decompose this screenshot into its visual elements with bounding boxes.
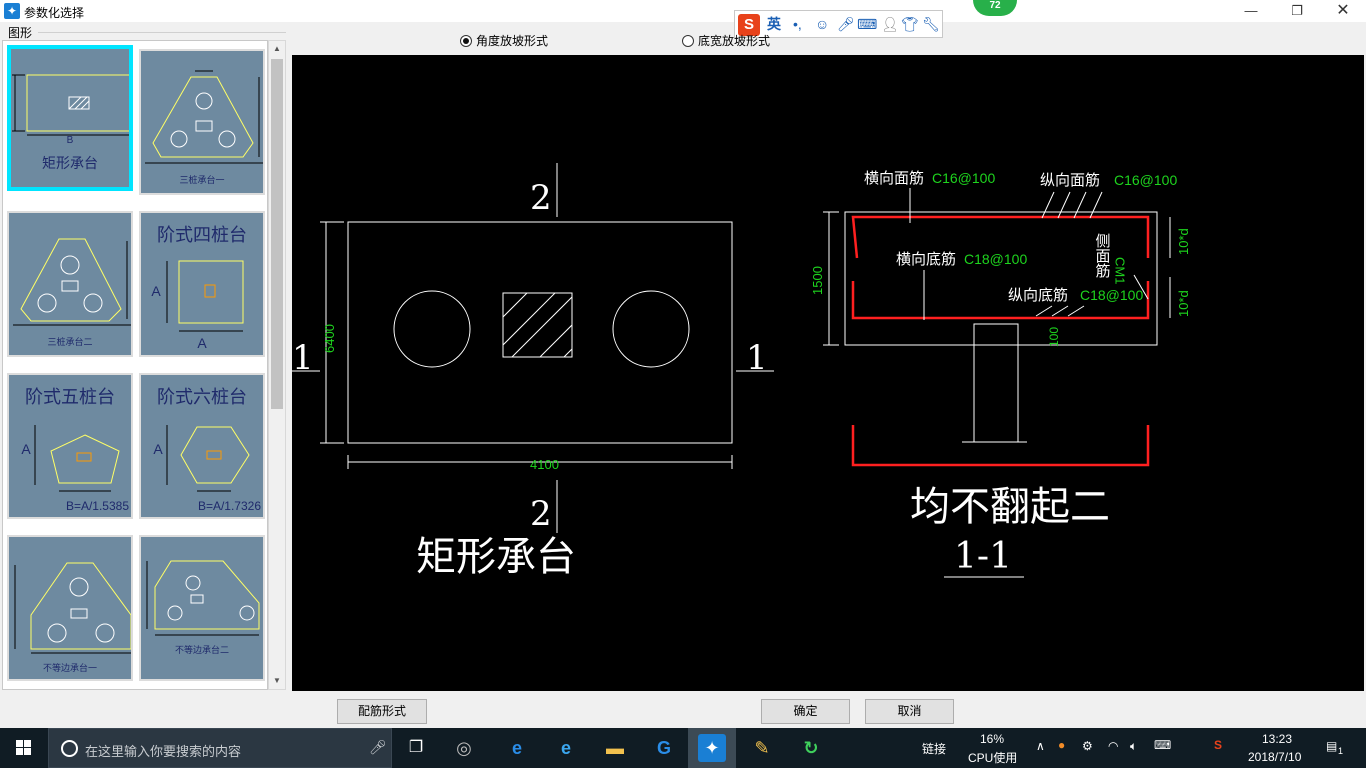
show-hidden-icons-icon[interactable]: ∧ <box>1036 739 1045 753</box>
dimension-height: 6400 <box>322 324 337 353</box>
scroll-up-arrow-icon[interactable]: ▲ <box>269 41 285 57</box>
notes-icon[interactable]: ✎ <box>748 734 776 762</box>
dimension-10d-bottom: 10*d <box>1176 290 1191 317</box>
file-explorer-icon[interactable]: ▬ <box>601 734 629 762</box>
cpu-value: 16% <box>980 732 1005 746</box>
active-app-icon[interactable]: ✦ <box>698 734 726 762</box>
cad-preview-canvas: 2 2 1 1 6400 4100 矩形承台 横向面筋 C16@100 纵向面筋… <box>292 55 1364 691</box>
notification-center-icon[interactable]: ▤ <box>1326 739 1337 753</box>
taskbar-search[interactable]: 在这里输入你要搜索的内容 🎤︎ <box>48 728 392 768</box>
thumbnail-step-four[interactable]: 阶式四桩台 A A <box>139 211 265 357</box>
thumbnail-rect-dim: B <box>66 135 74 146</box>
maximize-button[interactable]: ❐ <box>1274 0 1320 22</box>
ok-button[interactable]: 确定 <box>761 699 850 724</box>
search-placeholder: 在这里输入你要搜索的内容 <box>85 744 242 759</box>
app-swirl-icon[interactable]: ◎ <box>450 734 478 762</box>
wifi-icon[interactable]: ◠ <box>1108 739 1118 753</box>
thumbnail-rect-caption: 矩形承台 <box>42 155 98 171</box>
spec-longitudinal-bottom-bar: C18@100 <box>1080 287 1143 303</box>
keyboard-icon[interactable]: ⌨ <box>1154 738 1171 752</box>
label-longitudinal-top-bar: 纵向面筋 <box>1040 172 1100 189</box>
thumbnail-unequal-1-caption: 不等边承台一 <box>42 663 97 673</box>
dimension-10d-top: 10*d <box>1176 228 1191 255</box>
close-button[interactable]: ✕ <box>1320 0 1366 22</box>
thumbnail-unequal-2-caption: 不等边承台二 <box>174 645 229 655</box>
cortana-icon <box>61 740 78 757</box>
section-mark-top: 2 <box>530 178 552 218</box>
thumbnail-three-pile-2-caption: 三桩承台二 <box>47 337 93 347</box>
thumbnail-unequal-1[interactable]: 不等边承台一 <box>7 535 133 681</box>
scrollbar-thumb[interactable] <box>271 59 283 409</box>
edge-icon[interactable]: e <box>503 734 531 762</box>
radio-unchecked-icon[interactable] <box>682 34 694 47</box>
spec-longitudinal-top-bar: C16@100 <box>1114 172 1177 188</box>
thumbnail-step-five-formula: B=A/1.5385 <box>65 499 129 513</box>
ie-icon[interactable]: e <box>552 734 580 762</box>
spec-transverse-top-bar: C16@100 <box>932 170 995 186</box>
volume-icon[interactable]: 🔈︎ <box>1130 739 1137 754</box>
label-transverse-bottom-bar: 横向底筋 <box>896 251 956 268</box>
clock-date[interactable]: 2018/7/10 <box>1248 750 1301 764</box>
cancel-button[interactable]: 取消 <box>865 699 954 724</box>
minimize-button[interactable]: — <box>1228 0 1274 22</box>
thumbnail-scrollbar[interactable]: ▲ ▼ <box>268 40 286 690</box>
thumbnail-three-pile-1[interactable]: 三桩承台一 <box>139 49 265 195</box>
dimension-width: 4100 <box>530 457 559 472</box>
plan-title: 矩形承台 <box>416 534 576 580</box>
section-mark-right: 1 <box>746 338 768 378</box>
shape-group-label: 图形 <box>8 26 33 40</box>
thumbnail-step-five[interactable]: 阶式五桩台 A B=A/1.5385 <box>7 373 133 519</box>
task-view-icon[interactable]: ❐ <box>402 734 430 762</box>
thumbnail-three-pile-2[interactable]: 三桩承台二 <box>7 211 133 357</box>
windows-logo-icon <box>16 740 31 755</box>
section-name: 1-1 <box>954 536 1012 577</box>
shape-thumbnail-panel: B 矩形承台 三桩承台一 三桩承台二 阶式四桩台 A A 阶式五桩台 A B=A… <box>2 40 268 690</box>
thumbnail-step-six-dim-a: A <box>153 441 163 457</box>
sogou-tray-icon[interactable]: S <box>1214 738 1222 752</box>
clock-time[interactable]: 13:23 <box>1262 732 1292 746</box>
notification-count: 1 <box>1338 746 1344 756</box>
section-note: 均不翻起二 <box>910 484 1110 530</box>
slope-form-options: 角度放坡形式 底宽放坡形式 <box>292 27 1366 53</box>
tray-link-label[interactable]: 链接 <box>922 740 946 757</box>
microphone-icon[interactable]: 🎤︎ <box>369 739 387 756</box>
section-mark-left: 1 <box>292 338 314 378</box>
dimension-100: 100 <box>1047 327 1061 347</box>
dimension-1500: 1500 <box>810 266 825 295</box>
label-longitudinal-bottom-bar: 纵向底筋 <box>1008 287 1068 304</box>
radio-angle-slope[interactable]: 角度放坡形式 <box>460 32 548 49</box>
tray-app-icon[interactable]: ● <box>1058 738 1065 752</box>
spec-side-bar: CM1 <box>1113 257 1128 284</box>
group-divider <box>38 32 286 33</box>
update-icon[interactable]: ↻ <box>797 734 825 762</box>
window-title: 参数化选择 <box>24 6 85 20</box>
tray-tool-icon[interactable]: ⚙ <box>1082 739 1093 753</box>
radio-angle-slope-label: 角度放坡形式 <box>476 34 549 48</box>
thumbnail-step-five-dim-a: A <box>21 441 31 457</box>
rebar-form-button[interactable]: 配筋形式 <box>337 699 427 724</box>
spec-transverse-bottom-bar: C18@100 <box>964 251 1027 267</box>
radio-width-slope-label: 底宽放坡形式 <box>698 34 771 48</box>
thumbnail-rect[interactable]: B 矩形承台 <box>7 45 133 191</box>
app-icon: ✦ <box>4 3 20 19</box>
cpu-label: CPU使用 <box>968 751 1018 765</box>
thumbnail-step-six[interactable]: 阶式六桩台 A B=A/1.7326 <box>139 373 265 519</box>
thumbnail-step-four-dim-a: A <box>151 283 161 299</box>
radio-width-slope[interactable]: 底宽放坡形式 <box>682 32 770 49</box>
label-side-bar: 侧面筋 <box>1094 233 1111 279</box>
plan-view <box>292 163 774 533</box>
title-bar: ✦ 参数化选择 — ❐ ✕ <box>0 0 1366 22</box>
glodon-icon[interactable]: G <box>650 734 678 762</box>
section-mark-bottom: 2 <box>530 494 552 534</box>
thumbnail-step-four-dim-b: A <box>197 335 207 351</box>
start-button[interactable] <box>0 728 48 768</box>
label-transverse-top-bar: 横向面筋 <box>864 170 924 187</box>
thumbnail-unequal-2[interactable]: 不等边承台二 <box>139 535 265 681</box>
windows-taskbar: 在这里输入你要搜索的内容 🎤︎ ❐ ◎ e e ▬ G ✦ ✎ ↻ 链接 16%… <box>0 728 1366 768</box>
scroll-down-arrow-icon[interactable]: ▼ <box>269 673 285 689</box>
thumbnail-step-six-formula: B=A/1.7326 <box>197 499 261 513</box>
radio-checked-icon[interactable] <box>460 34 472 47</box>
thumbnail-three-pile-1-caption: 三桩承台一 <box>179 175 225 185</box>
